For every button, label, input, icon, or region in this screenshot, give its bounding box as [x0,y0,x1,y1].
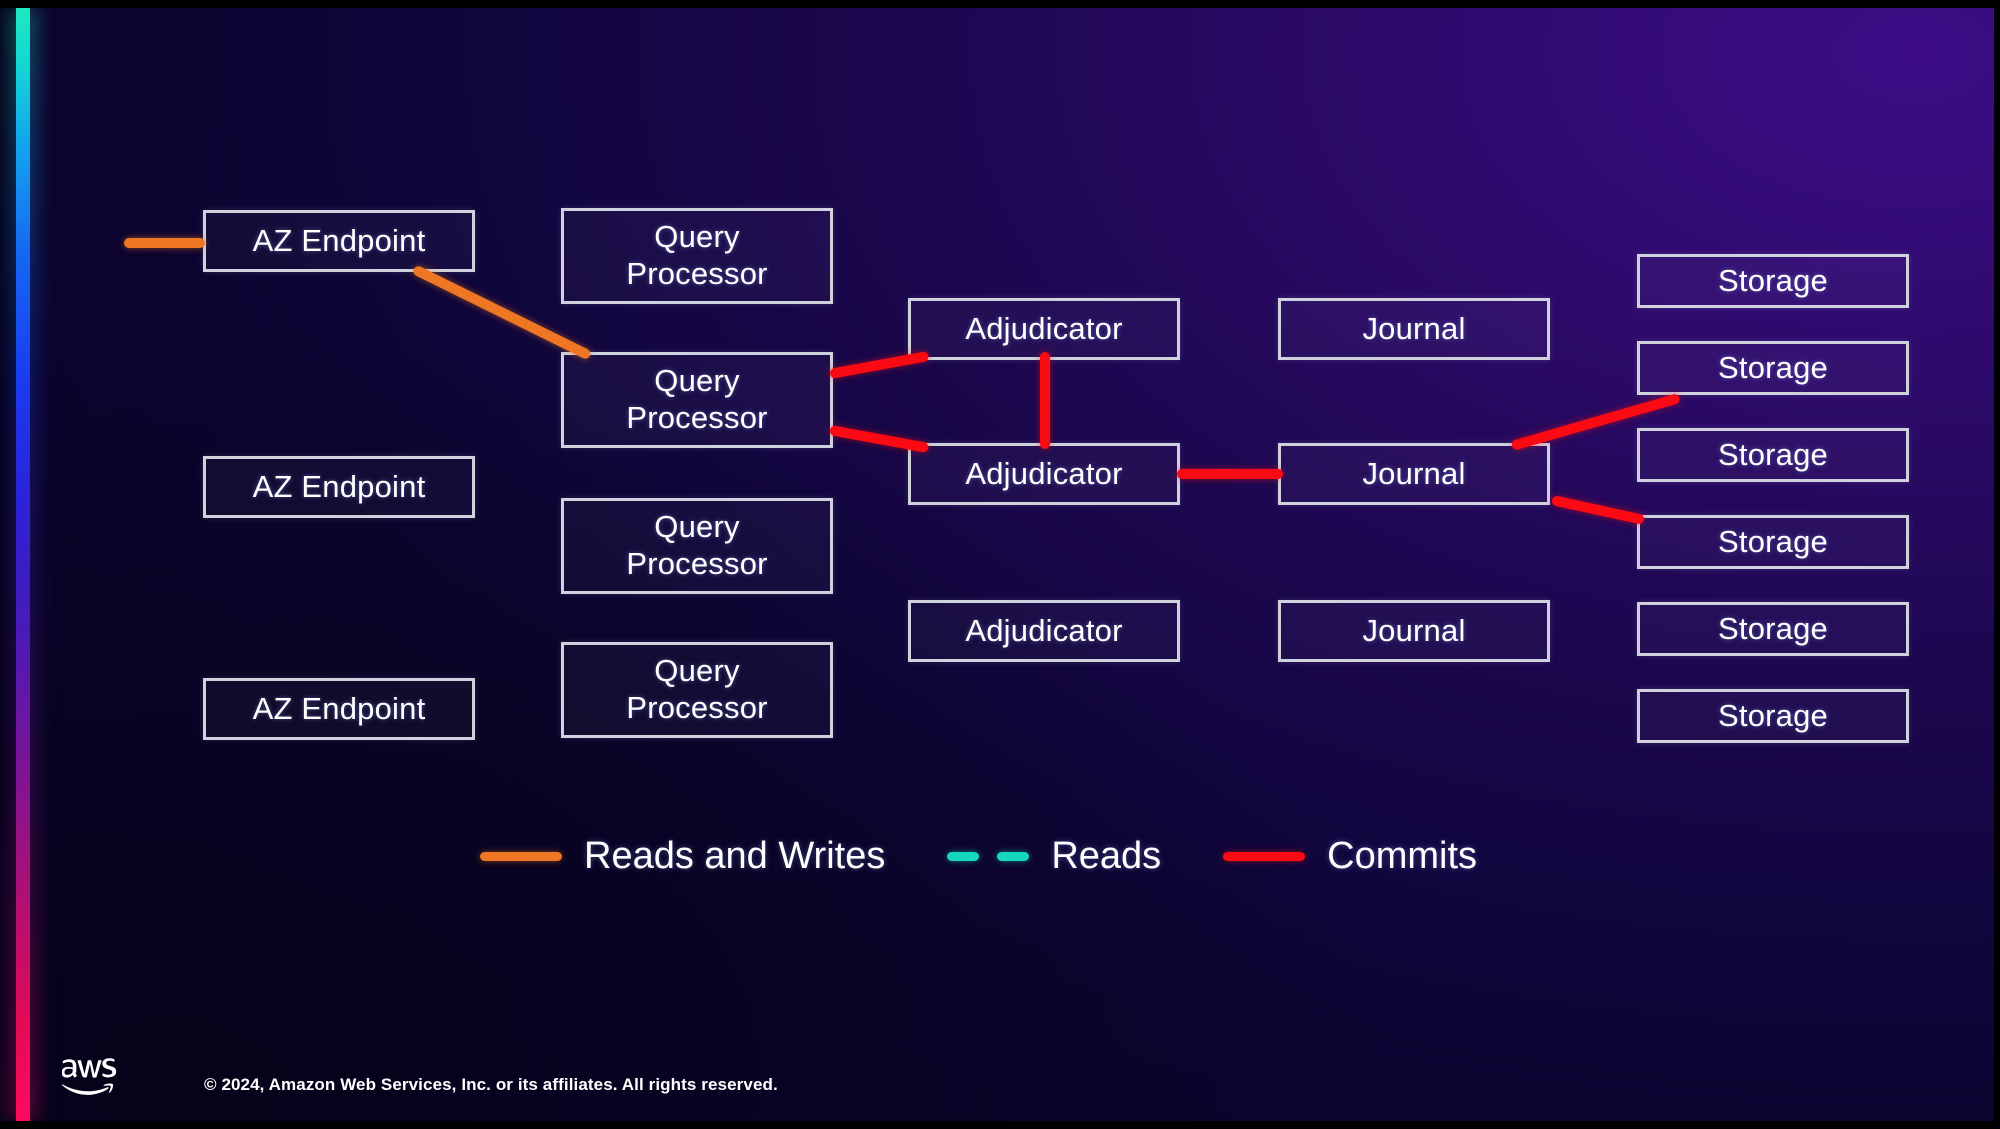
node-query-processor-qp4: Query Processor [561,642,833,738]
connector-c-qp2-adj2 [829,425,929,453]
legend-label-commits: Commits [1327,835,1478,877]
node-storage-st5: Storage [1637,602,1909,656]
node-adjudicator-adj1: Adjudicator [908,298,1180,360]
slide-footer: © 2024, Amazon Web Services, Inc. or its… [62,1055,778,1101]
connector-c-qp2-adj1 [829,351,929,379]
node-label: Journal [1362,310,1466,346]
node-journal-jr2: Journal [1278,443,1550,505]
copyright-text: © 2024, Amazon Web Services, Inc. or its… [204,1075,778,1094]
node-label: Storage [1718,697,1828,733]
node-label: AZ Endpoint [252,222,426,258]
legend-swatch-commits [1223,852,1306,861]
legend-label-reads-and-writes: Reads and Writes [584,835,886,877]
connector-c-adj1-adj2 [1040,352,1050,449]
legend-item-reads: Reads [947,835,1161,878]
node-query-processor-qp2: Query Processor [561,352,833,448]
node-journal-jr3: Journal [1278,600,1550,662]
node-label: Journal [1362,612,1466,648]
node-storage-st6: Storage [1637,689,1909,743]
node-adjudicator-adj3: Adjudicator [908,600,1180,662]
legend-swatch-reads [947,852,1030,861]
legend-item-commits: Commits [1223,835,1477,878]
node-query-processor-qp1: Query Processor [561,208,833,304]
node-adjudicator-adj2: Adjudicator [908,443,1180,505]
node-storage-st3: Storage [1637,428,1909,482]
node-label: Storage [1718,610,1828,646]
node-label: Storage [1718,436,1828,472]
node-journal-jr1: Journal [1278,298,1550,360]
node-az-endpoint-az3: AZ Endpoint [203,678,475,740]
frame-bottom [0,1121,2000,1129]
node-label: Query Processor [626,363,768,435]
node-label: Adjudicator [965,310,1123,346]
node-storage-st4: Storage [1637,515,1909,569]
node-label: Storage [1718,523,1828,559]
legend-label-reads: Reads [1051,835,1162,877]
frame-right [1994,0,2000,1129]
node-storage-st2: Storage [1637,341,1909,395]
connector-c-adj2-jr2 [1177,469,1283,479]
frame-top [0,0,2000,8]
node-label: Query Processor [626,653,768,725]
node-label: Query Processor [626,219,768,291]
node-az-endpoint-az1: AZ Endpoint [203,210,475,272]
node-label: Adjudicator [965,455,1123,491]
node-label: Adjudicator [965,612,1123,648]
architecture-diagram: AZ Endpoint AZ Endpoint AZ Endpoint Query Pr… [0,0,2000,1129]
legend-item-reads-and-writes: Reads and Writes [480,835,885,878]
node-label: Query Processor [626,509,768,581]
node-label: Storage [1718,349,1828,385]
connector-c-jr2-st4 [1550,495,1646,525]
legend-swatch-reads-and-writes [480,852,562,861]
slide-root: AZ Endpoint AZ Endpoint AZ Endpoint Query Pr… [0,0,2000,1129]
node-label: AZ Endpoint [252,468,426,504]
node-label: Journal [1362,455,1466,491]
connector-c-in-az1 [124,238,205,248]
aws-logo-icon [62,1055,134,1101]
node-az-endpoint-az2: AZ Endpoint [203,456,475,518]
node-query-processor-qp3: Query Processor [561,498,833,594]
node-label: Storage [1718,262,1828,298]
legend: Reads and Writes Reads Commits [480,835,1477,878]
node-label: AZ Endpoint [252,690,426,726]
node-storage-st1: Storage [1637,254,1909,308]
left-accent-gradient-bar [16,8,30,1121]
